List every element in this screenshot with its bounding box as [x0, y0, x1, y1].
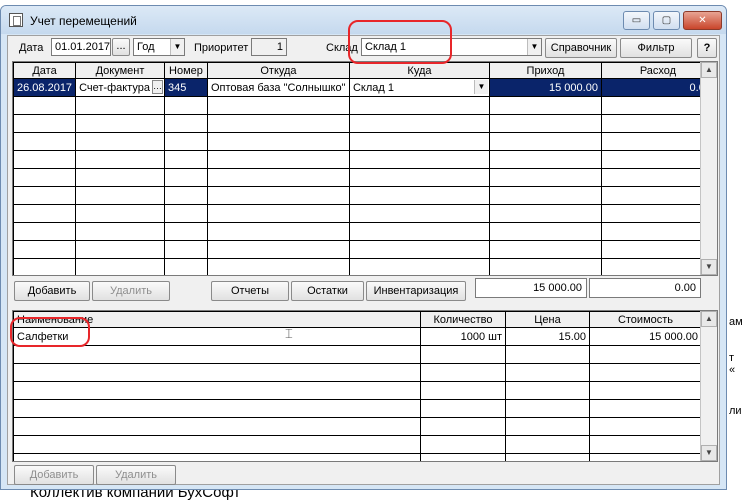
- movements-header-row: Дата Документ Номер Откуда Куда Приход Р…: [13, 62, 715, 79]
- table-row[interactable]: [13, 258, 715, 275]
- items-table: Наименование Количество Цена Стоимость С…: [13, 311, 702, 461]
- background-text-fragment: т «: [729, 352, 736, 376]
- table-row[interactable]: [13, 435, 702, 454]
- column-header-number[interactable]: Номер: [163, 62, 208, 79]
- delete-item-button[interactable]: Удалить: [96, 465, 176, 485]
- close-button[interactable]: ✕: [683, 11, 722, 30]
- table-row[interactable]: [13, 150, 715, 169]
- balances-button[interactable]: Остатки: [291, 281, 364, 301]
- scroll-up-icon[interactable]: ▲: [701, 311, 717, 327]
- table-row[interactable]: [13, 345, 702, 364]
- movements-grid[interactable]: Дата Документ Номер Откуда Куда Приход Р…: [12, 61, 718, 276]
- chevron-down-icon[interactable]: ▼: [473, 80, 488, 94]
- text-cursor-icon: ⌶: [285, 326, 293, 341]
- table-row[interactable]: [13, 240, 715, 259]
- priority-label: Приоритет: [194, 42, 249, 54]
- movements-scrollbar[interactable]: ▲ ▼: [700, 62, 717, 275]
- period-value: Год: [137, 41, 155, 53]
- cell-number[interactable]: 345: [163, 78, 208, 97]
- movements-window: Учет перемещений ▭ ▢ ✕ Дата 01.01.2017 .…: [0, 5, 727, 490]
- help-button[interactable]: ?: [697, 38, 717, 58]
- reports-button[interactable]: Отчеты: [211, 281, 289, 301]
- items-scrollbar[interactable]: ▲ ▼: [700, 311, 717, 461]
- total-expense: 0.00: [589, 278, 701, 298]
- close-icon: ✕: [698, 15, 707, 26]
- column-header-from[interactable]: Откуда: [206, 62, 350, 79]
- reference-button[interactable]: Справочник: [545, 38, 617, 58]
- ellipsis-icon[interactable]: …: [151, 80, 163, 94]
- background-text-fragment: ли: [729, 405, 742, 417]
- add-item-button[interactable]: Добавить: [14, 465, 94, 485]
- priority-field[interactable]: 1: [251, 38, 287, 56]
- total-income: 15 000.00: [475, 278, 587, 298]
- column-header-price[interactable]: Цена: [505, 311, 590, 328]
- period-select[interactable]: Год ▼: [133, 38, 185, 56]
- table-row[interactable]: [13, 363, 702, 382]
- cell-expense[interactable]: 0.00: [600, 78, 715, 97]
- table-row[interactable]: [13, 399, 702, 418]
- table-row[interactable]: 26.08.2017 Счет-фактура … 345 Оптовая ба…: [13, 78, 715, 97]
- movements-table: Дата Документ Номер Откуда Куда Приход Р…: [13, 62, 715, 275]
- add-movement-button[interactable]: Добавить: [14, 281, 90, 301]
- table-row[interactable]: [13, 186, 715, 205]
- cell-date[interactable]: 26.08.2017: [13, 78, 77, 97]
- items-header-row: Наименование Количество Цена Стоимость: [13, 311, 702, 328]
- date-input[interactable]: 01.01.2017: [51, 38, 111, 56]
- scroll-down-icon[interactable]: ▼: [701, 259, 717, 275]
- highlight-ring-warehouse: [348, 20, 452, 64]
- table-row[interactable]: Салфетки 1000 шт 15.00 15 000.00: [13, 327, 702, 346]
- ellipsis-icon: ...: [116, 40, 126, 52]
- date-picker-button[interactable]: ...: [112, 38, 130, 56]
- maximize-icon: ▢: [661, 15, 672, 26]
- cell-income[interactable]: 15 000.00: [488, 78, 602, 97]
- table-row[interactable]: [13, 222, 715, 241]
- table-row[interactable]: [13, 132, 715, 151]
- inventory-button[interactable]: Инвентаризация: [366, 281, 466, 301]
- chevron-down-icon[interactable]: ▼: [170, 39, 184, 55]
- window-client: Дата 01.01.2017 ... Год ▼ Приоритет 1 Ск…: [7, 35, 720, 485]
- table-row[interactable]: [13, 417, 702, 436]
- scroll-up-icon[interactable]: ▲: [701, 62, 717, 78]
- delete-movement-button[interactable]: Удалить: [92, 281, 170, 301]
- items-grid[interactable]: Наименование Количество Цена Стоимость С…: [12, 310, 718, 462]
- cell-price[interactable]: 15.00: [505, 327, 590, 346]
- scroll-down-icon[interactable]: ▼: [701, 445, 717, 461]
- table-row[interactable]: [13, 114, 715, 133]
- table-row[interactable]: [13, 168, 715, 187]
- date-label: Дата: [19, 42, 44, 54]
- window-title: Учет перемещений: [30, 14, 137, 28]
- column-header-to[interactable]: Куда: [348, 62, 490, 79]
- table-row[interactable]: [13, 453, 702, 461]
- column-header-income[interactable]: Приход: [488, 62, 602, 79]
- chevron-down-icon[interactable]: ▼: [527, 39, 541, 55]
- minimize-button[interactable]: ▭: [623, 11, 650, 30]
- column-header-date[interactable]: Дата: [13, 62, 77, 79]
- filter-button[interactable]: Фильтр: [620, 38, 692, 58]
- table-row[interactable]: [13, 96, 715, 115]
- background-text-fragment: ам: [729, 316, 743, 328]
- document-value: Счет-фактура: [79, 81, 150, 94]
- app-icon: [9, 13, 23, 27]
- cell-document[interactable]: Счет-фактура …: [75, 78, 165, 97]
- cell-cost[interactable]: 15 000.00: [589, 327, 702, 346]
- maximize-button[interactable]: ▢: [653, 11, 680, 30]
- minimize-icon: ▭: [631, 15, 642, 26]
- column-header-cost[interactable]: Стоимость: [589, 311, 702, 328]
- table-row[interactable]: [13, 204, 715, 223]
- column-header-quantity[interactable]: Количество: [420, 311, 506, 328]
- cell-from[interactable]: Оптовая база "Солнышко": [206, 78, 350, 97]
- cell-quantity[interactable]: 1000 шт: [420, 327, 506, 346]
- column-header-document[interactable]: Документ: [75, 62, 165, 79]
- column-header-expense[interactable]: Расход: [600, 62, 715, 79]
- highlight-ring-item: [10, 317, 90, 347]
- to-value: Склад 1: [352, 81, 394, 94]
- cell-to[interactable]: Склад 1 ▼: [348, 78, 490, 97]
- table-row[interactable]: [13, 381, 702, 400]
